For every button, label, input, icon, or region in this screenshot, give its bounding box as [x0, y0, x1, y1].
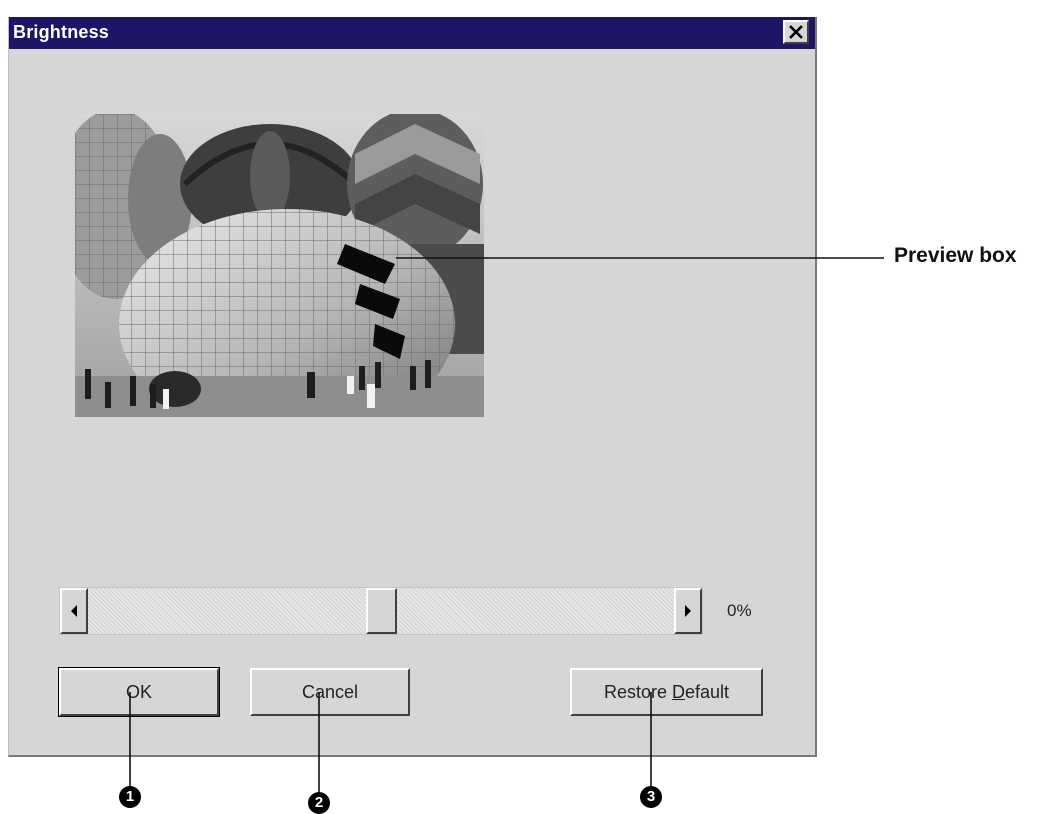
- restore-label-suffix: efault: [684, 682, 730, 702]
- dialog-title: Brightness: [13, 22, 110, 42]
- restore-label-prefix: Restore: [603, 682, 672, 702]
- slider-thumb[interactable]: [365, 588, 397, 634]
- right-arrow-icon: [685, 605, 691, 617]
- callout-marker-1: 1: [119, 786, 141, 808]
- slider-left-arrow[interactable]: [60, 588, 88, 634]
- brightness-slider[interactable]: [59, 587, 703, 635]
- callout-marker-2: 2: [308, 792, 330, 814]
- preview-box: [75, 114, 484, 417]
- cancel-button[interactable]: Cancel: [250, 668, 410, 716]
- preview-box-callout-label: Preview box: [894, 244, 1017, 267]
- cancel-label: Cancel: [301, 682, 359, 702]
- brightness-dialog: Brightness 0% OK Cancel Restore Default: [8, 17, 817, 757]
- close-icon: [789, 25, 803, 39]
- preview-image: [75, 114, 484, 417]
- left-arrow-icon: [71, 605, 77, 617]
- callout-marker-3: 3: [640, 786, 662, 808]
- ok-button[interactable]: OK: [58, 667, 220, 717]
- brightness-value: 0%: [727, 601, 752, 620]
- restore-default-button[interactable]: Restore Default: [570, 668, 763, 716]
- slider-right-arrow[interactable]: [674, 588, 702, 634]
- title-bar[interactable]: Brightness: [9, 17, 815, 49]
- close-button[interactable]: [783, 20, 809, 44]
- ok-label: OK: [125, 682, 152, 702]
- restore-label-mnemonic: D: [671, 682, 685, 702]
